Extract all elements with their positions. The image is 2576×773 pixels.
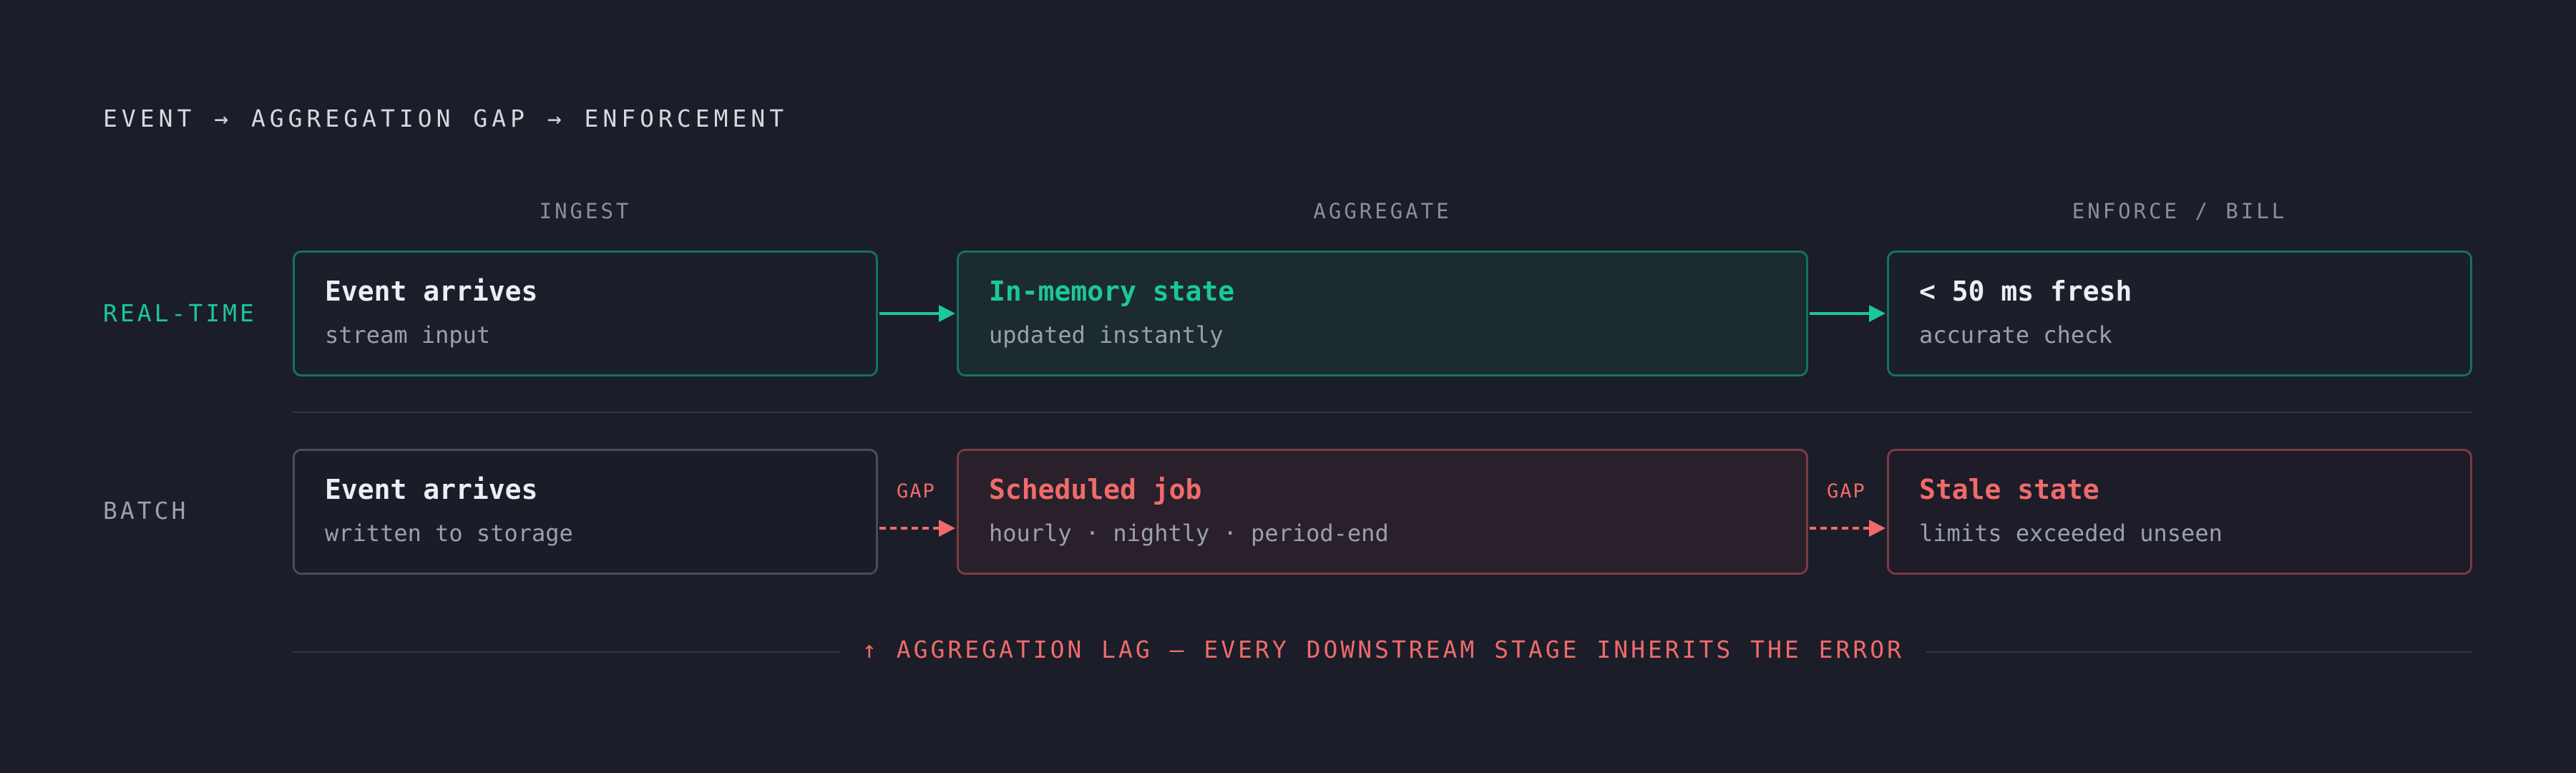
- footer-note: ↑ AGGREGATION LAG — EVERY DOWNSTREAM STA…: [862, 636, 1904, 663]
- footer-rule-left: [293, 651, 840, 653]
- batch-dashed-arrow-1: [879, 520, 955, 537]
- footer-rule-right: [1926, 651, 2472, 653]
- realtime-arrow-2: [1810, 305, 1885, 322]
- realtime-arrow-1: [879, 305, 955, 322]
- batch-dashed-arrow-2: [1810, 520, 1885, 537]
